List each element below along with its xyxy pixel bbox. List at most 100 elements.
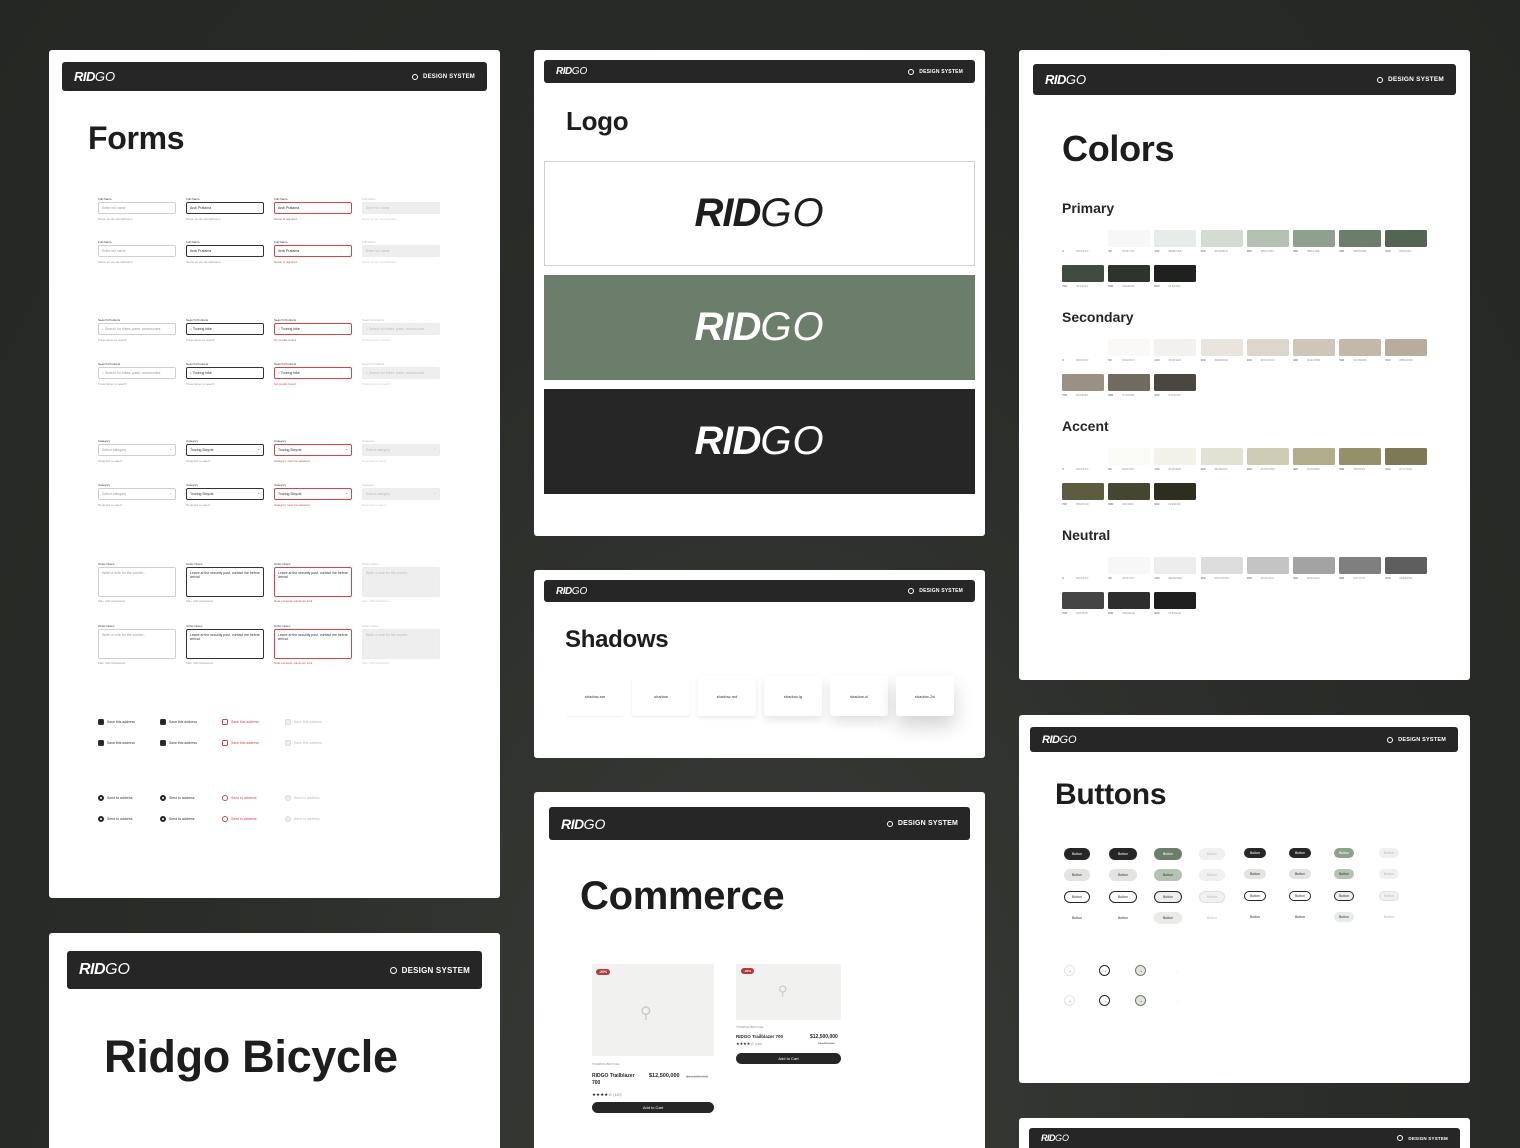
sample-button[interactable]: Button [1109,891,1137,903]
order-notes-textarea[interactable]: Write a note for the courier... [362,567,440,597]
color-swatch[interactable] [1062,265,1104,282]
full-name-field[interactable]: Andi Pratama [274,245,352,257]
color-swatch[interactable] [1108,483,1151,500]
order-notes-textarea[interactable]: Leave at the security post, contact me b… [274,567,352,597]
sample-button[interactable]: Button [1064,848,1090,860]
product-name[interactable]: RIDGO Trailblazer 700 [592,1073,638,1087]
save-address-checkbox[interactable]: Save this address [222,740,259,746]
search-products-input[interactable]: ⌕ Touring bike [186,367,264,379]
search-products-input[interactable]: ⌕ Touring bike [274,323,352,335]
color-swatch[interactable] [1293,557,1335,574]
arrow-right-icon[interactable]: → [1135,965,1146,976]
sample-button[interactable]: Button [1064,912,1090,924]
sample-button[interactable]: Button [1154,912,1182,924]
full-name-field[interactable]: Enter full name [98,245,176,257]
color-swatch[interactable] [1293,448,1335,465]
category-select[interactable]: Touring Bicycle ⌄ [186,444,264,456]
product-image-1[interactable] [592,964,714,1056]
ridgo-logo[interactable]: RIDGO [1041,1133,1069,1143]
color-swatch[interactable] [1246,448,1289,465]
color-swatch[interactable] [1385,339,1428,356]
full-name-field[interactable]: Andi Pratama [274,202,352,214]
save-address-checkbox[interactable]: Save this address [160,719,197,725]
save-address-checkbox[interactable]: Save this address [222,719,259,725]
save-address-checkbox[interactable]: Save this address [285,740,322,746]
order-notes-textarea[interactable]: Write a note for the courier... [98,629,176,659]
save-address-checkbox[interactable]: Save this address [160,740,197,746]
category-select[interactable]: Touring Bicycle ⌄ [274,444,352,456]
color-swatch[interactable] [1108,230,1151,247]
color-swatch[interactable] [1062,339,1104,356]
sample-button[interactable]: Button [1379,912,1399,922]
arrow-right-icon[interactable]: → [1064,995,1075,1006]
sample-button[interactable]: Button [1289,869,1311,879]
sample-button[interactable]: Button [1064,869,1090,881]
ridgo-logo[interactable]: RIDGO [1042,734,1077,746]
order-notes-textarea[interactable]: Leave at the security post, contact me b… [274,629,352,659]
sample-button[interactable]: Button [1244,869,1266,879]
search-products-input[interactable]: ⌕ Touring bike [186,323,264,335]
arrow-right-icon[interactable]: → [1064,965,1075,976]
sample-button[interactable]: Button [1199,891,1225,903]
sample-button[interactable]: Button [1334,891,1354,901]
color-swatch[interactable] [1293,230,1335,247]
color-swatch[interactable] [1154,483,1197,500]
full-name-field[interactable]: Enter full name [362,202,440,214]
full-name-field[interactable]: Andi Pratama [186,202,264,214]
color-swatch[interactable] [1246,557,1289,574]
send-address-radio[interactable]: Send to address [98,816,133,822]
arrow-right-icon[interactable]: → [1171,995,1182,1006]
sample-button[interactable]: Button [1334,869,1354,879]
color-swatch[interactable] [1062,557,1104,574]
color-swatch[interactable] [1200,557,1243,574]
color-swatch[interactable] [1108,557,1151,574]
sample-button[interactable]: Button [1379,891,1399,901]
color-swatch[interactable] [1062,592,1104,609]
arrow-right-icon[interactable]: → [1135,995,1146,1006]
send-address-radio[interactable]: Send to address [222,795,257,801]
send-address-radio[interactable]: Send to address [160,816,195,822]
category-select[interactable]: Touring Bicycle ⌄ [274,488,352,500]
color-swatch[interactable] [1339,448,1382,465]
color-swatch[interactable] [1385,557,1428,574]
color-swatch[interactable] [1062,374,1104,391]
color-swatch[interactable] [1385,448,1428,465]
sample-button[interactable]: Button [1289,912,1311,922]
color-swatch[interactable] [1200,230,1243,247]
category-select[interactable]: Select category ⌄ [362,488,440,500]
color-swatch[interactable] [1339,339,1382,356]
save-address-checkbox[interactable]: Save this address [285,719,322,725]
add-to-cart-button[interactable]: Add to Cart [736,1053,841,1064]
sample-button[interactable]: Button [1379,869,1399,879]
color-swatch[interactable] [1154,557,1197,574]
search-products-input[interactable]: ⌕ Search for bikes, parts, accessories [362,323,440,335]
sample-button[interactable]: Button [1334,848,1354,858]
sample-button[interactable]: Button [1154,891,1182,903]
sample-button[interactable]: Button [1244,891,1266,901]
sample-button[interactable]: Button [1154,869,1182,881]
save-address-checkbox[interactable]: Save this address [98,740,135,746]
color-swatch[interactable] [1339,557,1382,574]
ridgo-logo[interactable]: RIDGO [556,586,587,597]
ridgo-logo[interactable]: RIDGO [561,816,605,832]
color-swatch[interactable] [1108,592,1151,609]
color-swatch[interactable] [1154,592,1197,609]
color-swatch[interactable] [1200,339,1243,356]
order-notes-textarea[interactable]: Write a note for the courier... [362,629,440,659]
color-swatch[interactable] [1154,374,1197,391]
color-swatch[interactable] [1062,230,1104,247]
sample-button[interactable]: Button [1199,912,1225,924]
sample-button[interactable]: Button [1244,848,1266,858]
send-address-radio[interactable]: Send to address [222,816,257,822]
sample-button[interactable]: Button [1064,891,1090,903]
color-swatch[interactable] [1200,448,1243,465]
full-name-field[interactable]: Andi Pratama [186,245,264,257]
color-swatch[interactable] [1062,483,1104,500]
color-swatch[interactable] [1246,230,1289,247]
send-address-radio[interactable]: Send to address [98,795,133,801]
order-notes-textarea[interactable]: Leave at the security post, contact me b… [186,567,264,597]
color-swatch[interactable] [1293,339,1335,356]
sample-button[interactable]: Button [1109,848,1137,860]
full-name-field[interactable]: Enter full name [98,202,176,214]
arrow-right-icon[interactable]: → [1171,965,1182,976]
